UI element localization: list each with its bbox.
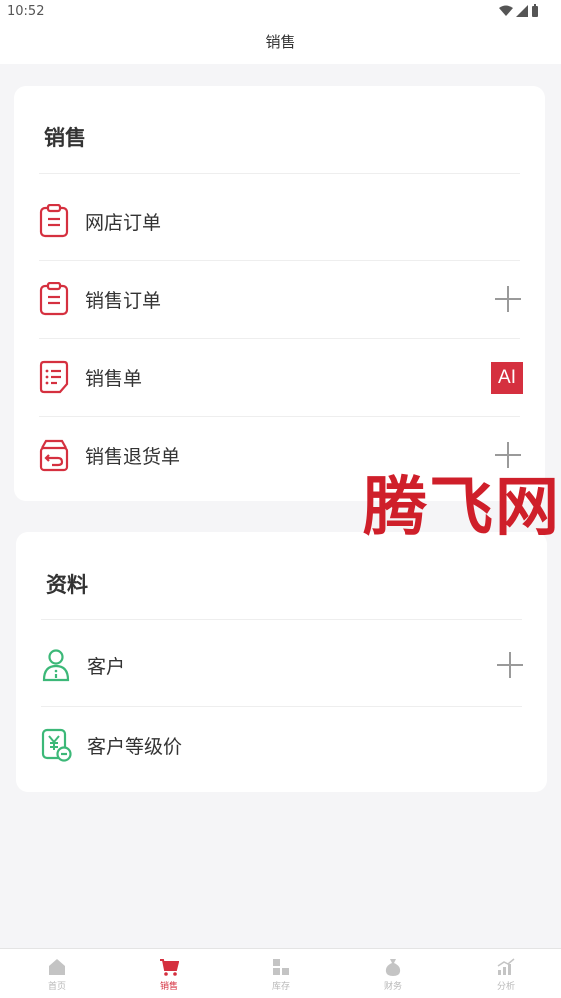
page-title: 销售	[265, 33, 296, 51]
home-icon	[49, 959, 65, 975]
price-tag-icon	[41, 728, 72, 762]
data-card-title: 资料	[46, 573, 88, 597]
money-bag-icon	[385, 959, 401, 976]
tab-label: 首页	[47, 982, 66, 992]
clipboard-icon	[39, 204, 69, 238]
menu-item-sales-slip[interactable]: 销售单 AI	[14, 338, 545, 416]
title-bar: 销售	[0, 24, 561, 64]
chart-icon	[497, 958, 515, 975]
add-customer-button[interactable]	[493, 648, 527, 682]
customer-icon	[42, 649, 70, 682]
menu-item-label: 客户	[87, 656, 126, 678]
tab-inventory[interactable]: 库存	[251, 957, 311, 992]
tab-label: 财务	[383, 982, 402, 992]
tab-home[interactable]: 首页	[27, 957, 87, 992]
status-icons	[499, 4, 539, 17]
sales-card-title: 销售	[44, 126, 86, 150]
ai-button[interactable]: AI	[491, 362, 523, 394]
tab-sales[interactable]: 销售	[139, 957, 199, 992]
signal-icon	[516, 4, 528, 17]
tab-finance[interactable]: 财务	[363, 957, 423, 992]
wifi-icon	[499, 5, 513, 16]
data-card: 资料 客户 客户等级价	[16, 532, 547, 792]
menu-item-sales-orders[interactable]: 销售订单	[14, 260, 545, 338]
add-sales-order-button[interactable]	[491, 282, 525, 316]
bottom-tab-bar: 首页 销售 库存 财务 分析	[0, 948, 561, 998]
divider	[41, 619, 522, 620]
tab-label: 库存	[271, 982, 290, 992]
menu-item-label: 销售单	[85, 368, 143, 390]
status-bar: 10:52	[0, 0, 561, 24]
watermark: 腾飞网	[363, 470, 561, 545]
return-box-icon	[39, 439, 69, 472]
menu-item-label: 销售订单	[85, 290, 162, 312]
tab-label: 分析	[496, 982, 515, 992]
menu-item-label: 销售退货单	[85, 446, 181, 468]
menu-item-label: 客户等级价	[87, 736, 183, 758]
cart-icon	[160, 959, 179, 976]
sales-card: 销售 网店订单 销售订单 销售单 AI 销售退货单	[14, 86, 545, 501]
clipboard-icon	[39, 282, 69, 316]
inventory-icon	[273, 959, 289, 975]
divider	[39, 173, 520, 174]
menu-item-label: 网店订单	[85, 212, 162, 234]
menu-item-online-orders[interactable]: 网店订单	[14, 182, 545, 260]
menu-item-customers[interactable]: 客户	[16, 626, 547, 704]
list-document-icon	[39, 360, 69, 394]
status-time: 10:52	[7, 4, 45, 19]
battery-icon	[532, 4, 538, 17]
tab-analysis[interactable]: 分析	[476, 957, 536, 992]
menu-item-customer-level-price[interactable]: 客户等级价	[16, 706, 547, 784]
tab-label: 销售	[159, 982, 178, 992]
